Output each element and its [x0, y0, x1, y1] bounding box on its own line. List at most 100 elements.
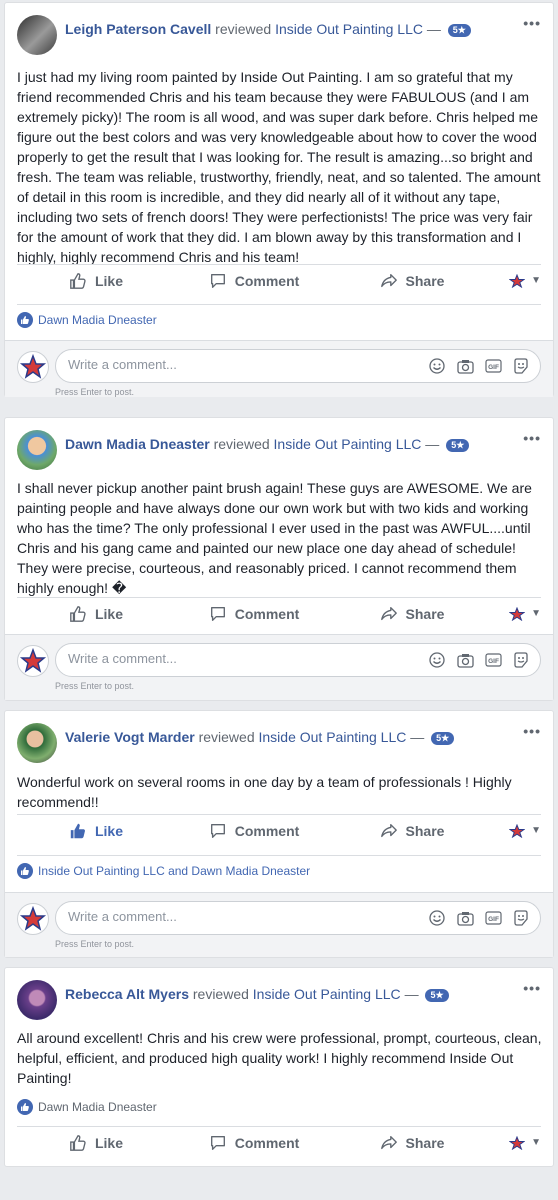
reactions-summary[interactable]: Dawn Madia Dneaster [17, 304, 541, 334]
rating-badge: 5★ [447, 24, 471, 37]
more-options-icon[interactable]: ••• [523, 15, 541, 31]
comment-label: Comment [234, 1134, 300, 1151]
more-options-icon[interactable]: ••• [523, 980, 541, 996]
share-button[interactable]: Share [333, 1134, 491, 1152]
comment-icon [210, 1135, 225, 1150]
comment-button[interactable]: Comment [175, 1134, 333, 1152]
action-bar: Like Comment Share ▼ [17, 814, 541, 846]
gif-icon[interactable]: GIF [484, 651, 502, 669]
dash: — [404, 986, 419, 1002]
review-text: Wonderful work on several rooms in one d… [17, 774, 512, 810]
emoji-icon[interactable] [428, 651, 446, 669]
rating-badge: 5★ [446, 439, 470, 452]
like-button[interactable]: Like [17, 272, 175, 290]
comment-label: Comment [234, 272, 300, 289]
chevron-down-icon: ▼ [531, 608, 541, 619]
comment-button[interactable]: Comment [175, 605, 333, 623]
avatar[interactable] [17, 430, 57, 470]
sticker-icon[interactable] [512, 357, 530, 375]
dash: — [425, 436, 440, 452]
sticker-icon[interactable] [512, 909, 530, 927]
camera-icon[interactable] [456, 357, 474, 375]
author-name[interactable]: Dawn Madia Dneaster [65, 436, 210, 452]
reactors-text[interactable]: Dawn Madia Dneaster [38, 313, 157, 327]
gif-icon[interactable]: GIF [484, 357, 502, 375]
post-as-selector[interactable]: ▼ [491, 1135, 541, 1150]
like-button[interactable]: Like [17, 605, 175, 623]
reviewed-label: reviewed [198, 729, 255, 745]
comment-composer: GIF Press Enter to post. [5, 340, 553, 397]
commenter-avatar [17, 645, 49, 677]
share-button[interactable]: Share [333, 605, 491, 623]
review-header: Dawn Madia Dneaster reviewed Inside Out … [17, 430, 541, 470]
share-label: Share [405, 822, 445, 839]
comment-composer: GIF Press Enter to post. [5, 892, 553, 957]
share-icon [380, 273, 397, 287]
svg-text:GIF: GIF [488, 916, 499, 923]
page-link[interactable]: Inside Out Painting LLC [275, 21, 423, 37]
chevron-down-icon: ▼ [531, 275, 541, 286]
comment-icon [210, 273, 225, 288]
thumbs-up-icon [70, 605, 86, 622]
review-text: All around excellent! Chris and his crew… [17, 1030, 542, 1086]
star-logo-icon [509, 273, 526, 288]
page-link[interactable]: Inside Out Painting LLC [253, 986, 401, 1002]
post-as-selector[interactable]: ▼ [491, 823, 541, 838]
comment-label: Comment [234, 822, 300, 839]
comment-input-box[interactable]: GIF [55, 643, 541, 677]
comment-input[interactable] [68, 651, 368, 666]
like-reaction-icon [17, 862, 33, 879]
comment-button[interactable]: Comment [175, 272, 333, 290]
avatar[interactable] [17, 723, 57, 763]
share-icon [380, 823, 397, 837]
author-name[interactable]: Valerie Vogt Marder [65, 729, 195, 745]
like-label: Like [94, 1134, 123, 1151]
share-label: Share [405, 272, 445, 289]
gif-icon[interactable]: GIF [484, 909, 502, 927]
like-button[interactable]: Like [17, 822, 175, 840]
camera-icon[interactable] [456, 909, 474, 927]
share-icon [380, 606, 397, 620]
comment-input[interactable] [68, 357, 368, 372]
comment-button[interactable]: Comment [175, 822, 333, 840]
page-link[interactable]: Inside Out Painting LLC [259, 729, 407, 745]
avatar[interactable] [17, 980, 57, 1020]
comment-input-box[interactable]: GIF [55, 901, 541, 935]
chevron-down-icon: ▼ [531, 825, 541, 836]
review-card: Dawn Madia Dneaster reviewed Inside Out … [4, 417, 554, 701]
press-enter-hint: Press Enter to post. [55, 681, 135, 691]
author-name[interactable]: Leigh Paterson Cavell [65, 21, 211, 37]
reviewed-label: reviewed [192, 986, 249, 1002]
more-options-icon[interactable]: ••• [523, 430, 541, 446]
comment-input[interactable] [68, 909, 368, 924]
like-button[interactable]: Like [17, 1134, 175, 1152]
post-as-selector[interactable]: ▼ [491, 273, 541, 288]
reviewed-label: reviewed [213, 436, 270, 452]
rating-badge: 5★ [431, 732, 455, 745]
comment-input-box[interactable]: GIF [55, 349, 541, 383]
avatar[interactable] [17, 15, 57, 55]
svg-text:GIF: GIF [488, 658, 499, 665]
share-icon [380, 1135, 397, 1149]
post-as-selector[interactable]: ▼ [491, 606, 541, 621]
share-label: Share [405, 1134, 445, 1151]
action-bar: Like Comment Share ▼ [17, 1126, 541, 1158]
comment-label: Comment [234, 605, 300, 622]
emoji-icon[interactable] [428, 909, 446, 927]
reactors-text[interactable]: Dawn Madia Dneaster [38, 1100, 157, 1114]
more-options-icon[interactable]: ••• [523, 723, 541, 739]
sticker-icon[interactable] [512, 651, 530, 669]
review-card: Leigh Paterson Cavell reviewed Inside Ou… [4, 2, 554, 397]
emoji-icon[interactable] [428, 357, 446, 375]
comment-icon [210, 606, 225, 621]
share-button[interactable]: Share [333, 822, 491, 840]
reactors-text[interactable]: Inside Out Painting LLC and Dawn Madia D… [38, 864, 310, 878]
camera-icon[interactable] [456, 651, 474, 669]
page-link[interactable]: Inside Out Painting LLC [274, 436, 422, 452]
review-header: Rebecca Alt Myers reviewed Inside Out Pa… [17, 980, 541, 1020]
author-name[interactable]: Rebecca Alt Myers [65, 986, 189, 1002]
share-button[interactable]: Share [333, 272, 491, 290]
reactions-summary[interactable]: Inside Out Painting LLC and Dawn Madia D… [17, 855, 541, 885]
reactions-summary[interactable]: Dawn Madia Dneaster [17, 1092, 541, 1122]
review-card: Rebecca Alt Myers reviewed Inside Out Pa… [4, 967, 554, 1167]
